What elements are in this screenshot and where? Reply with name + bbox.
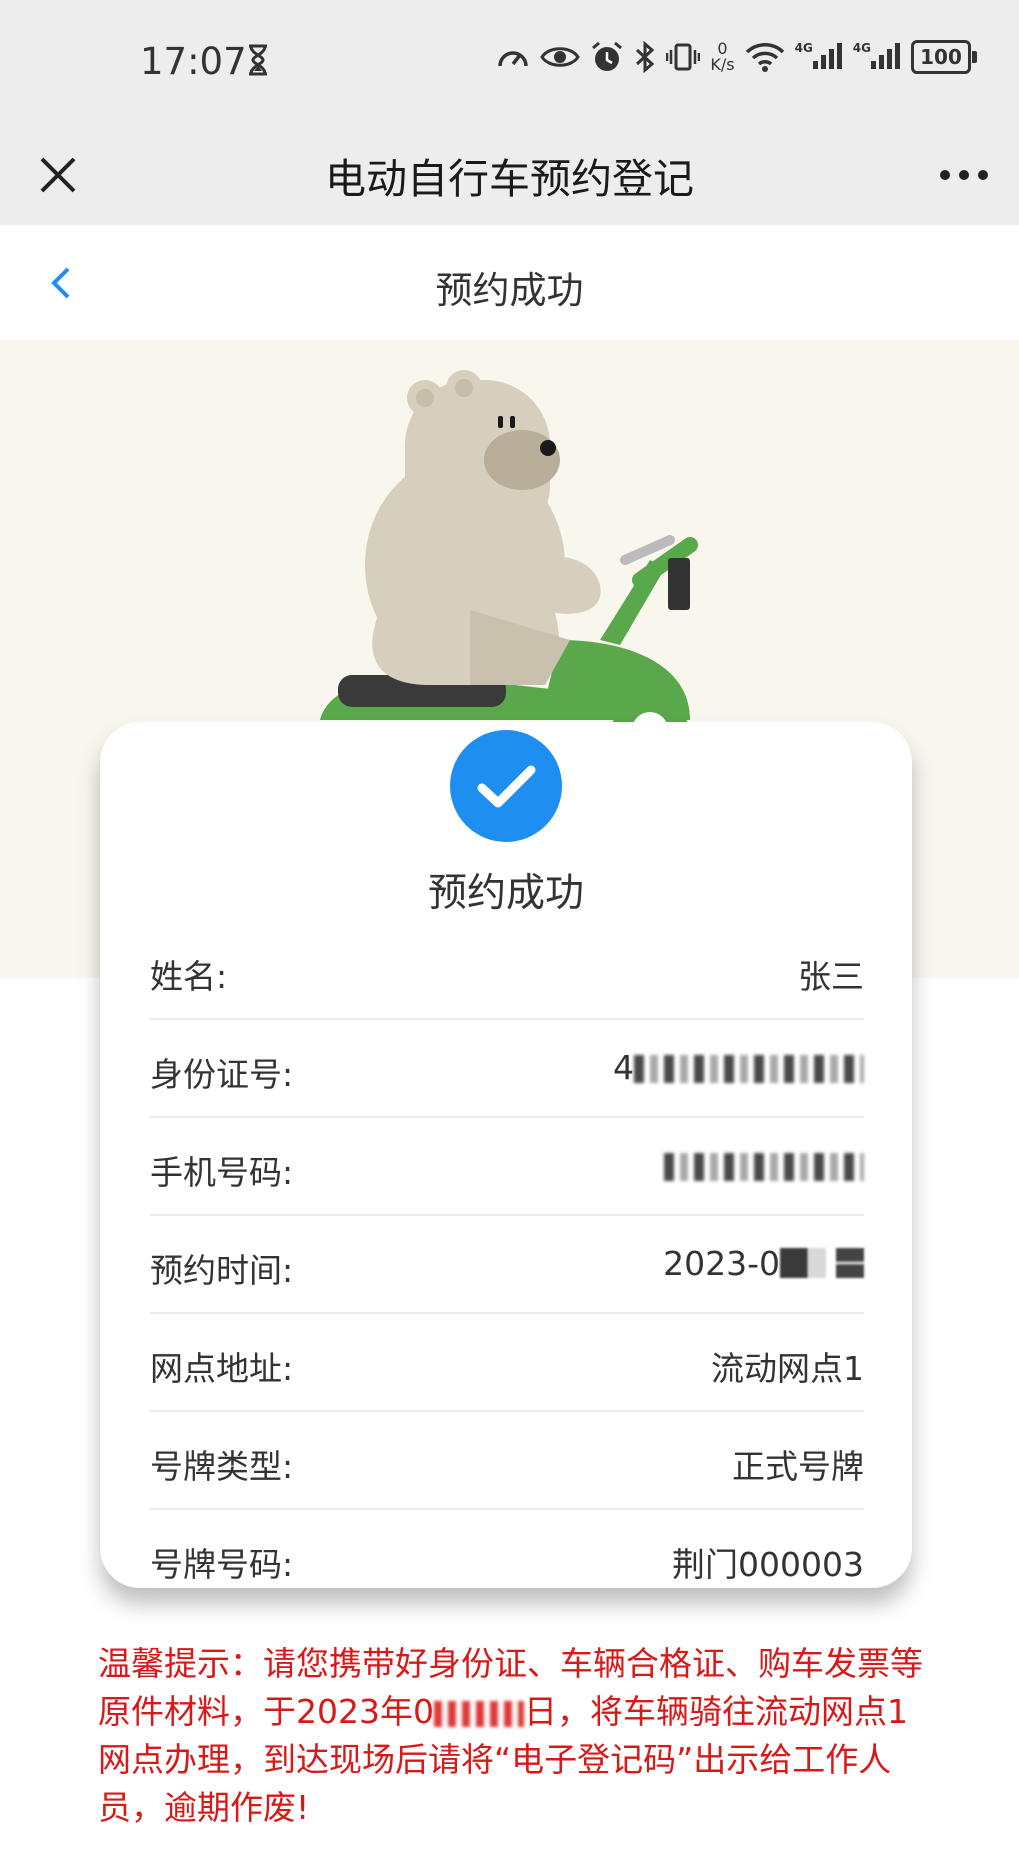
- redaction-blur: [634, 1055, 864, 1083]
- alarm-icon: [592, 41, 623, 71]
- page-header: 预约成功: [0, 225, 1019, 340]
- status-time: 17:07: [140, 40, 247, 83]
- vibrate-icon: [666, 43, 701, 71]
- signal-1: 4G: [795, 41, 843, 73]
- success-check-icon: [450, 730, 562, 842]
- network-speed: 0 K/s: [710, 39, 735, 74]
- battery-icon: 100: [911, 40, 977, 74]
- row-label: 身份证号:: [150, 1055, 294, 1094]
- card-title: 预约成功: [427, 871, 584, 916]
- info-row-plate-type: 号牌类型: 正式号牌: [150, 1412, 864, 1510]
- more-button[interactable]: [929, 145, 999, 205]
- app-title: 电动自行车预约登记: [325, 155, 694, 203]
- signal-bars-icon: [871, 43, 900, 69]
- row-value-blurred: [664, 1146, 864, 1185]
- eye-icon: [540, 47, 581, 67]
- app-bar: 电动自行车预约登记: [0, 125, 1019, 225]
- redaction-blur: [664, 1153, 864, 1181]
- info-row-plate-number: 号牌号码: 荆门000003: [150, 1510, 864, 1606]
- reservation-time-prefix: 2023-0: [663, 1244, 780, 1283]
- row-label: 姓名:: [150, 957, 228, 996]
- hourglass-icon: [249, 44, 267, 76]
- bluetooth-icon: [636, 41, 655, 73]
- info-list: 姓名: 张三 身份证号: 4 手机号码: 预约时间: 2023-0 网点地址: …: [150, 922, 864, 1606]
- row-label: 号牌类型:: [150, 1447, 294, 1486]
- info-row-id-number: 身份证号: 4: [150, 1020, 864, 1118]
- redaction-mosaic: [780, 1248, 826, 1278]
- info-row-phone: 手机号码:: [150, 1118, 864, 1216]
- reservation-card: 预约成功 姓名: 张三 身份证号: 4 手机号码: 预约时间: 2023-0 网…: [100, 722, 912, 1588]
- status-icons: 0 K/s 4G 4G 100: [496, 39, 977, 74]
- row-label: 手机号码:: [150, 1153, 294, 1192]
- page-title: 预约成功: [435, 269, 584, 312]
- redaction-blur: [433, 1701, 524, 1727]
- row-label: 网点地址:: [150, 1349, 294, 1388]
- speedometer-icon: [498, 51, 529, 67]
- row-value: 流动网点1: [711, 1349, 864, 1388]
- row-value: 2023-0: [663, 1244, 864, 1283]
- more-icon: [940, 170, 988, 180]
- info-row-time: 预约时间: 2023-0: [150, 1216, 864, 1314]
- row-label: 号牌号码:: [150, 1545, 294, 1584]
- info-row-address: 网点地址: 流动网点1: [150, 1314, 864, 1412]
- battery-level: 100: [920, 45, 962, 69]
- id-number-prefix: 4: [613, 1048, 634, 1087]
- row-value: 张三: [798, 957, 864, 996]
- info-row-name: 姓名: 张三: [150, 922, 864, 1020]
- row-value: 正式号牌: [732, 1447, 864, 1486]
- row-value-blurred: 4: [613, 1048, 864, 1087]
- status-bar: 17:07 0 K/s 4G 4G 100: [0, 0, 1019, 125]
- notice-text: 温馨提示：请您携带好身份证、车辆合格证、购车发票等原件材料，于2023年0 日，将…: [98, 1640, 928, 1832]
- redaction-mosaic: [836, 1248, 864, 1278]
- row-value: 荆门000003: [672, 1545, 864, 1584]
- wifi-icon: [745, 43, 784, 72]
- signal-bars-icon: [812, 43, 842, 69]
- row-label: 预约时间:: [150, 1251, 294, 1290]
- signal-2: 4G: [853, 41, 901, 73]
